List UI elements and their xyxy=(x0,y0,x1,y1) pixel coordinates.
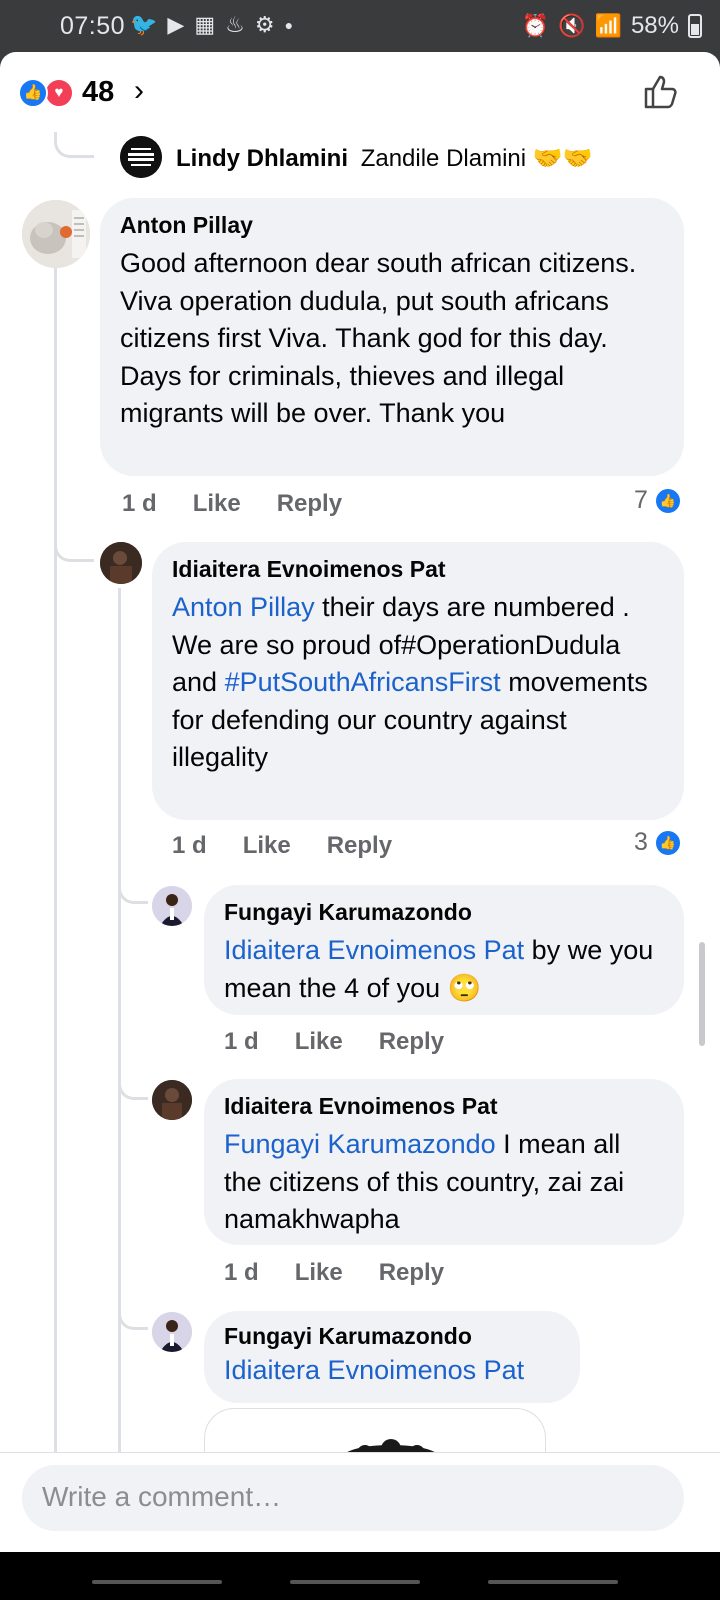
thread-connector xyxy=(118,1300,148,1330)
profile-photo xyxy=(100,542,142,584)
nav-back-button[interactable] xyxy=(488,1580,618,1584)
comment-input-placeholder: Write a comment… xyxy=(42,1481,282,1512)
avatar[interactable] xyxy=(152,886,192,926)
settings-icon: ⚙ xyxy=(254,12,275,37)
thread-line xyxy=(54,268,57,1452)
previous-reply[interactable]: Lindy Dhlamini Zandile Dlamini 🤝🤝 xyxy=(176,144,593,173)
reaction-count[interactable]: 48 xyxy=(82,76,114,109)
like-button[interactable]: Like xyxy=(295,1028,343,1056)
reaction-count: 7 xyxy=(634,486,648,514)
comment-actions: 1 d Like Reply xyxy=(122,490,378,518)
chevron-right-icon[interactable]: › xyxy=(134,74,144,108)
comment-author[interactable]: Idiaitera Evnoimenos Pat xyxy=(172,556,662,583)
thread-connector xyxy=(54,532,94,562)
reactions-header[interactable]: 👍 ♥ 48 › xyxy=(0,52,720,132)
mention-link[interactable]: Anton Pillay xyxy=(172,592,315,622)
comment-bubble[interactable]: Anton Pillay Good afternoon dear south a… xyxy=(100,198,684,476)
reply-button[interactable]: Reply xyxy=(379,1028,444,1056)
profile-photo xyxy=(152,1312,192,1352)
comment-author[interactable]: Fungayi Karumazondo xyxy=(224,899,662,926)
comment-author[interactable]: Fungayi Karumazondo xyxy=(224,1323,558,1350)
comment-text: Fungayi Karumazondo I mean all the citiz… xyxy=(224,1126,662,1239)
comment-text: Idiaitera Evnoimenos Pat by we you mean … xyxy=(224,932,662,1007)
wifi-icon: 📶 xyxy=(594,13,622,38)
comment-bubble[interactable]: Idiaitera Evnoimenos Pat Fungayi Karumaz… xyxy=(204,1079,684,1245)
comment-time[interactable]: 1 d xyxy=(224,1028,259,1056)
alarm-icon: ⏰ xyxy=(521,13,550,38)
status-bar: 07:50 🐦 ▶ ▦ ♨ ⚙ ● ⏰ 🔇 📶 58% xyxy=(0,0,720,52)
comment-time[interactable]: 1 d xyxy=(172,832,207,860)
profile-photo xyxy=(152,886,192,926)
dog-avatar-image xyxy=(22,200,90,268)
comment-text: Idiaitera Evnoimenos Pat xyxy=(224,1352,558,1390)
system-navigation-bar xyxy=(0,1552,720,1600)
reply-text: Zandile Dlamini 🤝🤝 xyxy=(360,145,593,172)
reply-author: Lindy Dhlamini xyxy=(176,145,349,172)
mute-icon: 🔇 xyxy=(558,13,586,38)
thumbs-up-icon[interactable] xyxy=(640,72,680,112)
reply-button[interactable]: Reply xyxy=(277,490,342,518)
comment-actions: 1 d Like Reply xyxy=(172,832,428,860)
comment-text: Anton Pillay their days are numbered . W… xyxy=(172,589,662,777)
comments-sheet: 👍 ♥ 48 › Lindy Dhlamini Zandile Dlamini … xyxy=(0,52,720,1600)
twitter-icon: 🐦 xyxy=(130,12,158,37)
notification-icon: ♨ xyxy=(225,12,245,37)
youtube-icon: ▶ xyxy=(167,12,185,37)
nav-recents-button[interactable] xyxy=(92,1580,222,1584)
comment-reactions[interactable]: 3 👍 xyxy=(634,828,682,857)
avatar[interactable] xyxy=(152,1080,192,1120)
dot-icon: ● xyxy=(284,17,294,33)
profile-photo xyxy=(152,1080,192,1120)
battery-percent: 58% xyxy=(630,12,679,39)
love-reaction-icon: ♥ xyxy=(44,78,74,108)
comment-author[interactable]: Anton Pillay xyxy=(120,212,662,239)
comment-author[interactable]: Idiaitera Evnoimenos Pat xyxy=(224,1093,662,1120)
like-reaction-icon: 👍 xyxy=(18,78,48,108)
comment-reactions[interactable]: 7 👍 xyxy=(634,486,682,515)
like-button[interactable]: Like xyxy=(243,832,291,860)
status-time: 07:50 xyxy=(60,12,126,40)
thread-connector xyxy=(118,874,148,904)
avatar[interactable] xyxy=(120,136,162,178)
reply-button[interactable]: Reply xyxy=(327,832,392,860)
mention-link[interactable]: Idiaitera Evnoimenos Pat xyxy=(224,1355,524,1385)
comment-input[interactable]: Write a comment… xyxy=(22,1465,684,1531)
comment-bubble[interactable]: Idiaitera Evnoimenos Pat Anton Pillay th… xyxy=(152,542,684,820)
mention-link[interactable]: Fungayi Karumazondo xyxy=(224,1129,496,1159)
calendar-icon: ▦ xyxy=(194,12,216,37)
comment-actions: 1 d Like Reply xyxy=(224,1028,480,1056)
nav-home-button[interactable] xyxy=(290,1580,420,1584)
comment-composer-bar: Write a comment… xyxy=(0,1452,720,1552)
status-notification-icons: 🐦 ▶ ▦ ♨ ⚙ ● xyxy=(130,12,293,38)
scrollbar[interactable] xyxy=(699,942,705,1046)
hashtag-link[interactable]: #PutSouthAfricansFirst xyxy=(225,667,501,697)
reply-button[interactable]: Reply xyxy=(379,1259,444,1287)
like-button[interactable]: Like xyxy=(295,1259,343,1287)
battery-icon xyxy=(688,14,702,38)
comment-bubble[interactable]: Fungayi Karumazondo Idiaitera Evnoimenos… xyxy=(204,885,684,1015)
thread-connector xyxy=(54,132,94,158)
like-reaction-icon: 👍 xyxy=(653,828,682,857)
comment-bubble[interactable]: Fungayi Karumazondo Idiaitera Evnoimenos… xyxy=(204,1311,580,1403)
reaction-count: 3 xyxy=(634,828,648,856)
like-reaction-icon: 👍 xyxy=(653,486,682,515)
avatar[interactable] xyxy=(22,200,90,268)
comment-time[interactable]: 1 d xyxy=(224,1259,259,1287)
mention-link[interactable]: Idiaitera Evnoimenos Pat xyxy=(224,935,524,965)
illegal-immigration-logo xyxy=(120,136,162,178)
like-button[interactable]: Like xyxy=(193,490,241,518)
comment-text: Good afternoon dear south african citize… xyxy=(120,248,637,428)
comment-time[interactable]: 1 d xyxy=(122,490,157,518)
avatar[interactable] xyxy=(100,542,142,584)
status-system-icons: ⏰ 🔇 📶 58% xyxy=(522,12,702,40)
avatar[interactable] xyxy=(152,1312,192,1352)
thread-connector xyxy=(118,1070,148,1100)
comment-actions: 1 d Like Reply xyxy=(224,1259,480,1287)
